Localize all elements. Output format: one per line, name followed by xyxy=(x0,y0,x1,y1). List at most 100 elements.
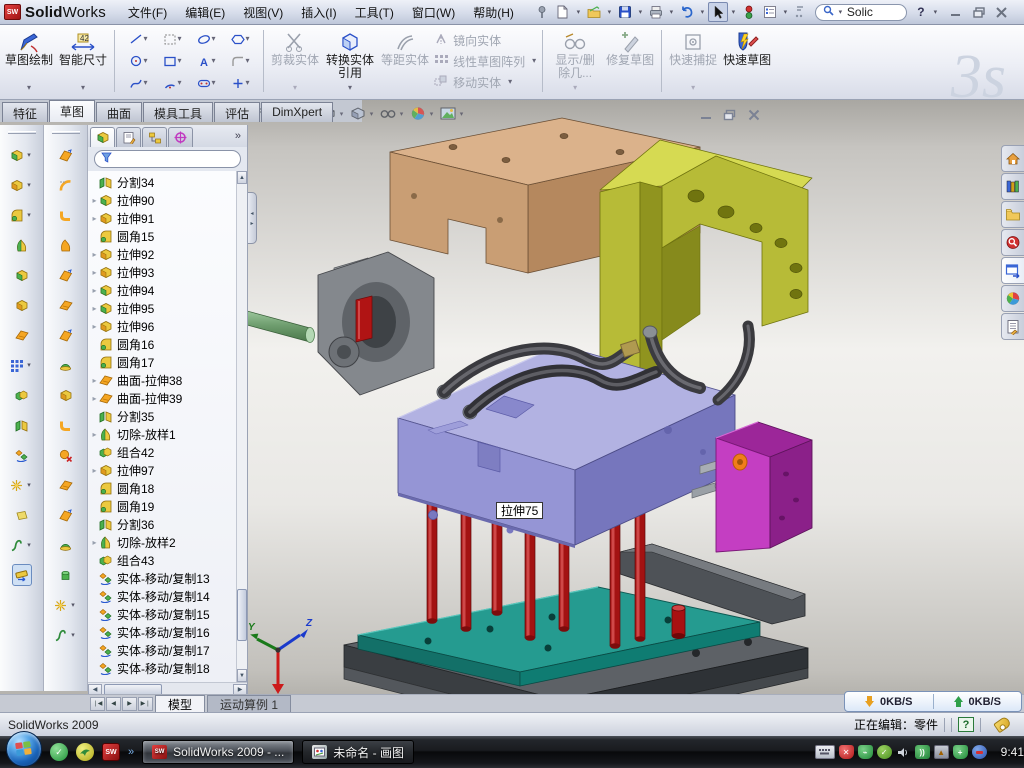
draft-button[interactable] xyxy=(15,264,29,286)
search-input[interactable] xyxy=(847,5,899,19)
network-green-tray-icon[interactable]: )) xyxy=(915,745,930,759)
menu-item[interactable]: 插入(I) xyxy=(293,1,344,24)
tree-item[interactable]: 圆角17 xyxy=(88,353,236,371)
tree-item[interactable]: 组合43 xyxy=(88,551,236,569)
expand-arrow-icon[interactable]: ▸ xyxy=(90,538,99,547)
featuremanager-tab[interactable] xyxy=(90,127,115,147)
expand-arrow-icon[interactable]: ▸ xyxy=(90,466,99,475)
file-explorer-tab[interactable] xyxy=(1001,201,1024,228)
tree-filter-input[interactable] xyxy=(94,150,241,168)
smart-dimension-button[interactable]: 42 智能尺寸▾ xyxy=(56,27,110,95)
dropdown-icon[interactable]: ▾ xyxy=(605,8,614,16)
restore-button[interactable] xyxy=(969,4,989,21)
taskbar-window[interactable]: 未命名 - 画图 xyxy=(302,740,414,764)
volume-tray-icon[interactable] xyxy=(896,745,911,759)
design-library-tab[interactable] xyxy=(1001,173,1024,200)
taskbar-clock[interactable]: 9:41 xyxy=(1001,745,1024,759)
scroll-right-button[interactable]: ▶ xyxy=(233,684,247,695)
configurationmanager-tab[interactable] xyxy=(142,127,167,147)
revolved-surface-button[interactable] xyxy=(59,174,73,196)
select-box-sketch-button[interactable]: ▾ xyxy=(155,28,189,50)
trim-entities-button[interactable]: 剪裁实体▾ xyxy=(268,27,322,95)
rib-button[interactable] xyxy=(15,234,29,256)
next-tab-button[interactable]: ▶ xyxy=(122,697,137,711)
dropdown-icon[interactable]: ▾ xyxy=(508,77,512,87)
swept-surface-button[interactable] xyxy=(59,144,73,166)
dropdown-icon[interactable]: ▾ xyxy=(667,8,676,16)
instant3d-button[interactable] xyxy=(12,564,32,586)
extruded-surface-button[interactable] xyxy=(59,264,73,286)
tree-item[interactable]: ▸拉伸92 xyxy=(88,245,236,263)
expand-arrow-icon[interactable]: ▸ xyxy=(90,322,99,331)
last-tab-button[interactable]: ▶❘ xyxy=(138,697,153,711)
dimxpert-tab[interactable] xyxy=(168,127,193,147)
appearances-button[interactable]: ▾ xyxy=(410,106,436,121)
fillet-button[interactable]: ▾ xyxy=(10,204,34,226)
dropdown-icon[interactable]: ▾ xyxy=(573,81,577,95)
hide-show-items-button[interactable]: ▾ xyxy=(380,106,406,121)
tree-item[interactable]: 实体-移动/复制18 xyxy=(88,659,236,677)
scrollbar-thumb[interactable] xyxy=(237,589,247,641)
taskbar-window[interactable]: SWSolidWorks 2009 - ... xyxy=(142,740,294,764)
tab-模具工具[interactable]: 模具工具 xyxy=(143,102,213,122)
text-sketch-button[interactable]: A▾ xyxy=(189,50,223,72)
rebuild-lights-icon[interactable] xyxy=(739,2,759,22)
curves-button[interactable]: ▾ xyxy=(10,534,34,556)
help-dropdown-icon[interactable]: ▾ xyxy=(931,8,940,16)
expand-arrow-icon[interactable]: ▸ xyxy=(90,376,99,385)
tab-曲面[interactable]: 曲面 xyxy=(96,102,142,122)
filled-surface-button[interactable] xyxy=(59,534,73,556)
select-icon[interactable] xyxy=(708,2,728,22)
split-button[interactable] xyxy=(15,414,29,436)
close-button[interactable] xyxy=(992,4,1012,21)
tree-item[interactable]: 圆角16 xyxy=(88,335,236,353)
tree-item[interactable]: ▸拉伸97 xyxy=(88,461,236,479)
start-button[interactable] xyxy=(6,731,42,767)
reference-geometry-button[interactable]: ▾ xyxy=(10,474,34,496)
tree-item[interactable]: 分割34 xyxy=(88,173,236,191)
tree-item[interactable]: ▸曲面-拉伸38 xyxy=(88,371,236,389)
tab-DimXpert[interactable]: DimXpert xyxy=(261,102,333,122)
first-tab-button[interactable]: ❘◀ xyxy=(90,697,105,711)
mirror-entities-button[interactable]: 镜向实体 xyxy=(434,32,536,49)
extend-surface-button[interactable] xyxy=(59,474,73,496)
menu-item[interactable]: 工具(T) xyxy=(347,1,402,24)
spline-sketch-button[interactable]: ▾ xyxy=(121,72,155,94)
rectangle-sketch-button[interactable]: ▾ xyxy=(155,50,189,72)
tree-item[interactable]: 实体-移动/复制13 xyxy=(88,569,236,587)
offset-entities-button[interactable]: 等距实体 xyxy=(378,27,432,95)
extruded-cut-button[interactable]: ▾ xyxy=(10,174,34,196)
tree-item[interactable]: 实体-移动/复制15 xyxy=(88,605,236,623)
dropdown-icon[interactable]: ▾ xyxy=(574,8,583,16)
reference-geometry-button[interactable]: ▾ xyxy=(54,594,78,616)
tree-item[interactable]: 实体-移动/复制14 xyxy=(88,587,236,605)
display-delete-relations-button[interactable]: 显示/删除几...▾ xyxy=(547,27,603,95)
pin-icon[interactable] xyxy=(532,2,552,22)
tree-item[interactable]: 分割36 xyxy=(88,515,236,533)
quick-tips-icon[interactable]: ? xyxy=(958,717,974,732)
circle-sketch-button[interactable]: ▾ xyxy=(121,50,155,72)
custom-properties-tab[interactable] xyxy=(1001,313,1024,340)
dropdown-icon[interactable]: ▾ xyxy=(636,8,645,16)
menu-item[interactable]: 文件(F) xyxy=(120,1,175,24)
tree-item[interactable]: ▸拉伸91 xyxy=(88,209,236,227)
expand-arrow-icon[interactable]: ▸ xyxy=(90,430,99,439)
dropdown-icon[interactable]: ▾ xyxy=(348,81,352,95)
updater-green-tray-icon[interactable]: ✓ xyxy=(877,745,892,759)
propertymanager-tab[interactable] xyxy=(116,127,141,147)
menu-item[interactable]: 视图(V) xyxy=(235,1,291,24)
ellipse-sketch-button[interactable]: ▾ xyxy=(189,28,223,50)
freeform-button[interactable] xyxy=(59,564,73,586)
move-copy-body-button[interactable] xyxy=(15,444,29,466)
tree-item[interactable]: ▸拉伸94 xyxy=(88,281,236,299)
move-entities-button[interactable]: 移动实体▾ xyxy=(434,74,536,91)
quick-launch-expand-icon[interactable]: » xyxy=(128,746,134,758)
compatibility-warning-tray-icon[interactable]: ▲ xyxy=(934,745,949,759)
lofted-surface-button[interactable] xyxy=(59,234,73,256)
tree-vertical-scrollbar[interactable]: ▲ ▼ xyxy=(236,171,247,682)
dropdown-icon[interactable]: ▾ xyxy=(781,8,790,16)
knit-surface-button[interactable] xyxy=(59,354,73,376)
language-keyboard-tray-icon[interactable] xyxy=(815,745,835,759)
expand-arrow-icon[interactable]: ▸ xyxy=(90,394,99,403)
dropdown-icon[interactable]: ▾ xyxy=(532,56,536,66)
